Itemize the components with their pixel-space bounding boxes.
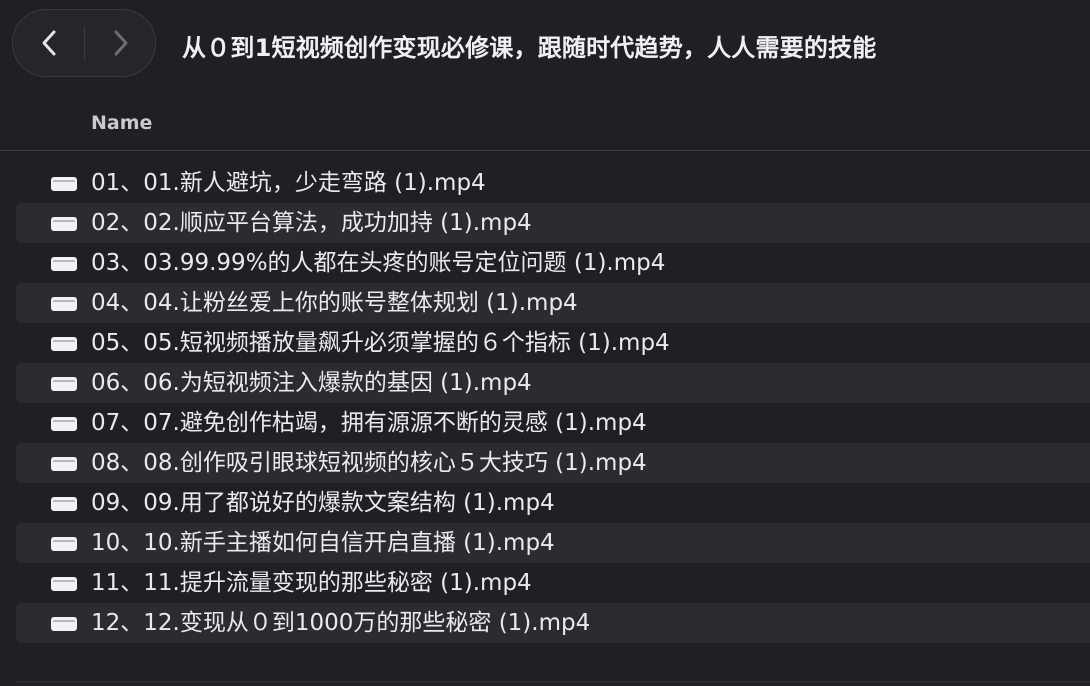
file-list: 01、01.新人避坑，少走弯路 (1).mp4 02、02.顺应平台算法，成功加… (16, 163, 1090, 643)
file-name: 04、04.让粉丝爱上你的账号整体规划 (1).mp4 (91, 290, 578, 316)
file-name: 09、09.用了都说好的爆款文案结构 (1).mp4 (91, 490, 555, 516)
file-name: 12、12.变现从０到1000万的那些秘密 (1).mp4 (91, 610, 591, 636)
file-row[interactable]: 11、11.提升流量变现的那些秘密 (1).mp4 (16, 563, 1090, 603)
video-file-icon (51, 457, 77, 471)
toolbar: 从０到1短视频创作变现必修课，跟随时代趋势，人人需要的技能 (0, 0, 1090, 92)
forward-button[interactable] (85, 10, 156, 76)
column-header: Name (0, 96, 1090, 151)
file-name: 02、02.顺应平台算法，成功加持 (1).mp4 (91, 210, 532, 236)
file-row[interactable]: 10、10.新手主播如何自信开启直播 (1).mp4 (16, 523, 1090, 563)
file-row[interactable]: 08、08.创作吸引眼球短视频的核心５大技巧 (1).mp4 (16, 443, 1090, 483)
video-file-icon (51, 577, 77, 591)
video-file-icon (51, 217, 77, 231)
column-header-name[interactable]: Name (91, 112, 152, 134)
file-name: 10、10.新手主播如何自信开启直播 (1).mp4 (91, 530, 555, 556)
window-title: 从０到1短视频创作变现必修课，跟随时代趋势，人人需要的技能 (182, 34, 877, 62)
file-name: 06、06.为短视频注入爆款的基因 (1).mp4 (91, 370, 532, 396)
file-row[interactable]: 03、03.99.99%的人都在头疼的账号定位问题 (1).mp4 (16, 243, 1090, 283)
video-file-icon (51, 417, 77, 431)
file-row[interactable]: 04、04.让粉丝爱上你的账号整体规划 (1).mp4 (16, 283, 1090, 323)
video-file-icon (51, 497, 77, 511)
list-bottom-row (16, 681, 1090, 683)
file-row[interactable]: 05、05.短视频播放量飙升必须掌握的６个指标 (1).mp4 (16, 323, 1090, 363)
video-file-icon (51, 297, 77, 311)
video-file-icon (51, 377, 77, 391)
file-name: 03、03.99.99%的人都在头疼的账号定位问题 (1).mp4 (91, 250, 666, 276)
video-file-icon (51, 617, 77, 631)
back-button[interactable] (13, 10, 84, 76)
navigation-buttons (12, 9, 156, 77)
file-name: 05、05.短视频播放量飙升必须掌握的６个指标 (1).mp4 (91, 330, 670, 356)
video-file-icon (51, 537, 77, 551)
video-file-icon (51, 257, 77, 271)
file-row[interactable]: 02、02.顺应平台算法，成功加持 (1).mp4 (16, 203, 1090, 243)
file-name: 11、11.提升流量变现的那些秘密 (1).mp4 (91, 570, 532, 596)
file-row[interactable]: 12、12.变现从０到1000万的那些秘密 (1).mp4 (16, 603, 1090, 643)
file-row[interactable]: 01、01.新人避坑，少走弯路 (1).mp4 (16, 163, 1090, 203)
video-file-icon (51, 177, 77, 191)
video-file-icon (51, 337, 77, 351)
file-row[interactable]: 06、06.为短视频注入爆款的基因 (1).mp4 (16, 363, 1090, 403)
file-row[interactable]: 07、07.避免创作枯竭，拥有源源不断的灵感 (1).mp4 (16, 403, 1090, 443)
file-name: 08、08.创作吸引眼球短视频的核心５大技巧 (1).mp4 (91, 450, 647, 476)
chevron-left-icon (42, 30, 55, 56)
file-row[interactable]: 09、09.用了都说好的爆款文案结构 (1).mp4 (16, 483, 1090, 523)
file-name: 01、01.新人避坑，少走弯路 (1).mp4 (91, 170, 486, 196)
file-name: 07、07.避免创作枯竭，拥有源源不断的灵感 (1).mp4 (91, 410, 647, 436)
chevron-right-icon (114, 30, 127, 56)
